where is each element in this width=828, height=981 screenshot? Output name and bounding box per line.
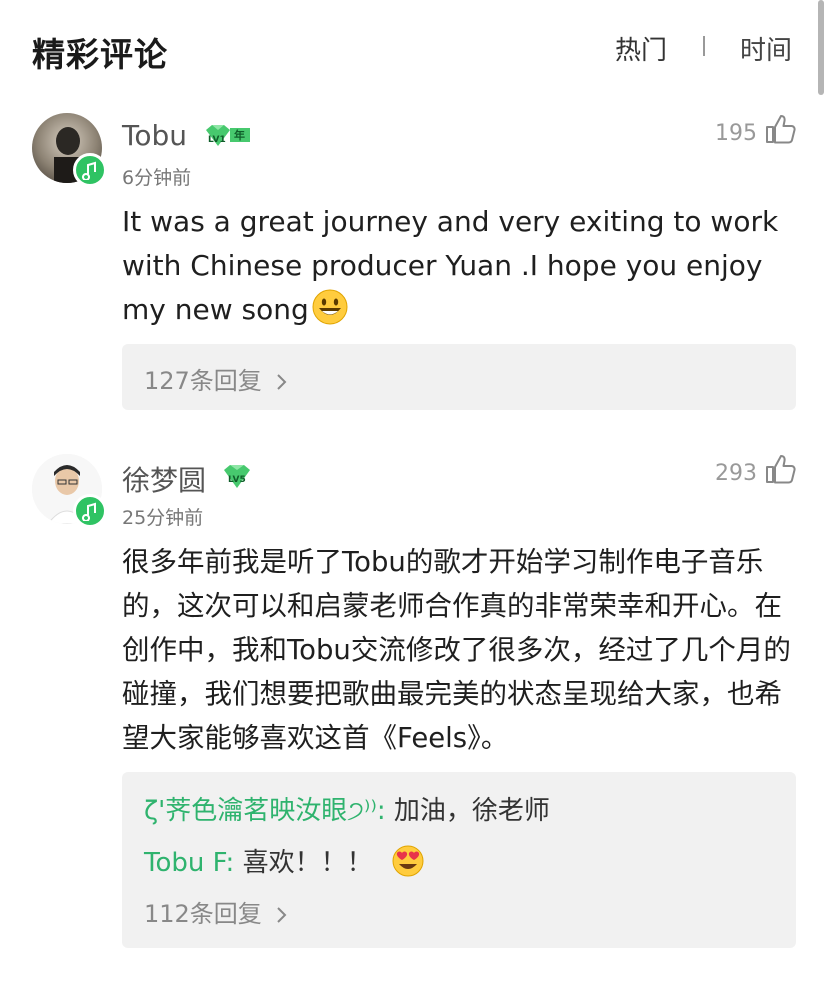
level-diamond-icon: LV5 (222, 464, 252, 494)
scrollbar[interactable] (818, 0, 824, 95)
reply-count-label: 112条回复 (144, 900, 262, 928)
reply-item[interactable]: Tobu F: 喜欢！！！ (144, 842, 425, 879)
view-replies-link[interactable]: 127条回复 (144, 361, 289, 396)
reply-count-label: 127条回复 (144, 367, 262, 395)
level-label: LV1 (208, 135, 226, 145)
sort-hot-tab[interactable]: 热门 (615, 30, 667, 67)
like-count: 293 (715, 461, 757, 486)
chevron-right-icon (277, 907, 287, 923)
sort-divider (703, 36, 705, 56)
comments-header: 精彩评论 热门 时间 (0, 0, 828, 100)
music-badge-icon (73, 494, 107, 528)
reply-author[interactable]: Tobu F: (144, 848, 234, 878)
chevron-right-icon (277, 374, 287, 390)
thumbs-up-icon[interactable] (764, 113, 796, 145)
reply-box[interactable]: ζ'荠色瀹茗映汝眼੭⁾⁾: 加油，徐老师 Tobu F: 喜欢！！！ 112条回… (122, 772, 796, 948)
thumbs-up-icon[interactable] (764, 453, 796, 485)
reply-box[interactable]: 127条回复 (122, 344, 796, 410)
level-diamond-icon: LV1 年 (204, 124, 252, 154)
heart-eyes-emoji (392, 845, 424, 876)
comment-username[interactable]: 徐梦圆 (122, 459, 206, 499)
music-badge-icon (73, 153, 107, 187)
reply-text: 加油，徐老师 (385, 796, 550, 826)
comment-text-content: It was a great journey and very exiting … (122, 205, 779, 326)
smiley-emoji (312, 289, 348, 325)
comment-text: 很多年前我是听了Tobu的歌才开始学习制作电子音乐的，这次可以和启蒙老师合作真的… (122, 546, 791, 754)
view-replies-link[interactable]: 112条回复 (144, 894, 289, 929)
reply-text: 喜欢！！！ (234, 848, 373, 878)
sort-time-tab[interactable]: 时间 (740, 30, 792, 67)
comment-text: It was a great journey and very exiting … (122, 200, 802, 332)
reply-item[interactable]: ζ'荠色瀹茗映汝眼੭⁾⁾: 加油，徐老师 (144, 790, 550, 827)
section-title: 精彩评论 (32, 35, 168, 74)
comment-username[interactable]: Tobu (122, 119, 187, 152)
reply-author[interactable]: ζ'荠色瀹茗映汝眼੭⁾⁾: (144, 796, 386, 826)
comment-time: 6分钟前 (122, 167, 192, 189)
level-label: LV5 (228, 475, 246, 485)
like-count: 195 (715, 121, 757, 146)
comment-time: 25分钟前 (122, 507, 204, 529)
badge-year-label: 年 (234, 129, 245, 142)
